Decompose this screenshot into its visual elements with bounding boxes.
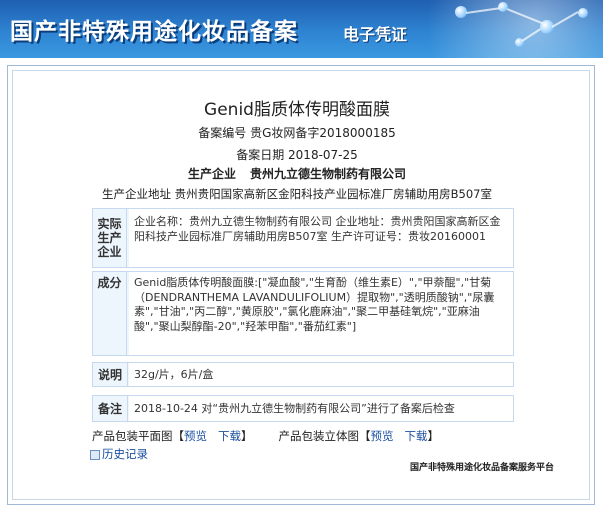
actual-maker-row: 实际生产企业 企业名称：贵州九立德生物制药有限公司 企业地址：贵州贵阳国家高新区…	[92, 208, 514, 268]
registration-number: 备案编号 贵G妆网备字2018000185	[198, 126, 396, 140]
company-address: 生产企业地址 贵州贵阳国家高新区金阳科技产业园标准厂房辅助用房B507室	[102, 187, 492, 201]
header-banner: 国产非特殊用途化妆品备案 电子凭证	[0, 0, 603, 58]
package-links: 产品包装平面图【预览 下载】 产品包装立体图【预览 下载】	[92, 428, 439, 444]
flat-package-label: 产品包装平面图【	[92, 429, 184, 443]
flat-download-link[interactable]: 下载	[218, 429, 241, 443]
registration-date: 备案日期 2018-07-25	[236, 148, 358, 162]
flat-preview-link[interactable]: 预览	[184, 429, 207, 443]
history-link-container[interactable]: 历史记录	[90, 446, 148, 462]
remark-label: 备注	[93, 396, 128, 421]
stereo-package-label: 产品包装立体图【	[278, 429, 371, 443]
composition-text: Genid脂质体传明酸面膜:["凝血酸","生育酚（维生素E）","甲萘醌","…	[129, 272, 513, 355]
history-icon	[90, 449, 100, 460]
actual-maker-text: 企业名称：贵州九立德生物制药有限公司 企业地址：贵州贵阳国家高新区金阳科技产业园…	[129, 209, 513, 267]
stereo-preview-link[interactable]: 预览	[370, 429, 393, 443]
note-label: 说明	[93, 363, 128, 386]
stereo-download-link[interactable]: 下载	[404, 429, 427, 443]
remark-text: 2018-10-24 对“贵州九立德生物制药有限公司”进行了备案后检查	[129, 396, 513, 421]
composition-label: 成分	[93, 272, 127, 355]
note-row: 说明 32g/片，6片/盒	[92, 362, 514, 387]
molecule-icon	[578, 8, 588, 18]
banner-subtitle: 电子凭证	[343, 25, 408, 44]
platform-footer: 国产非特殊用途化妆品备案服务平台	[410, 463, 555, 473]
actual-maker-label: 实际生产企业	[93, 209, 127, 267]
company-label: 生产企业	[187, 167, 236, 181]
note-text: 32g/片，6片/盒	[129, 363, 513, 386]
product-name: Genid脂质体传明酸面膜	[204, 100, 390, 120]
flat-close-bracket: 】	[240, 429, 253, 443]
stereo-close-bracket: 】	[427, 429, 439, 443]
company-line: 生产企业 贵州九立德生物制药有限公司	[0, 165, 594, 182]
composition-row: 成分 Genid脂质体传明酸面膜:["凝血酸","生育酚（维生素E）","甲萘醌…	[92, 271, 514, 356]
remark-row: 备注 2018-10-24 对“贵州九立德生物制药有限公司”进行了备案后检查	[92, 395, 514, 422]
company-name: 贵州九立德生物制药有限公司	[250, 167, 407, 181]
banner-title: 国产非特殊用途化妆品备案	[10, 19, 298, 45]
history-link[interactable]: 历史记录	[102, 447, 148, 461]
